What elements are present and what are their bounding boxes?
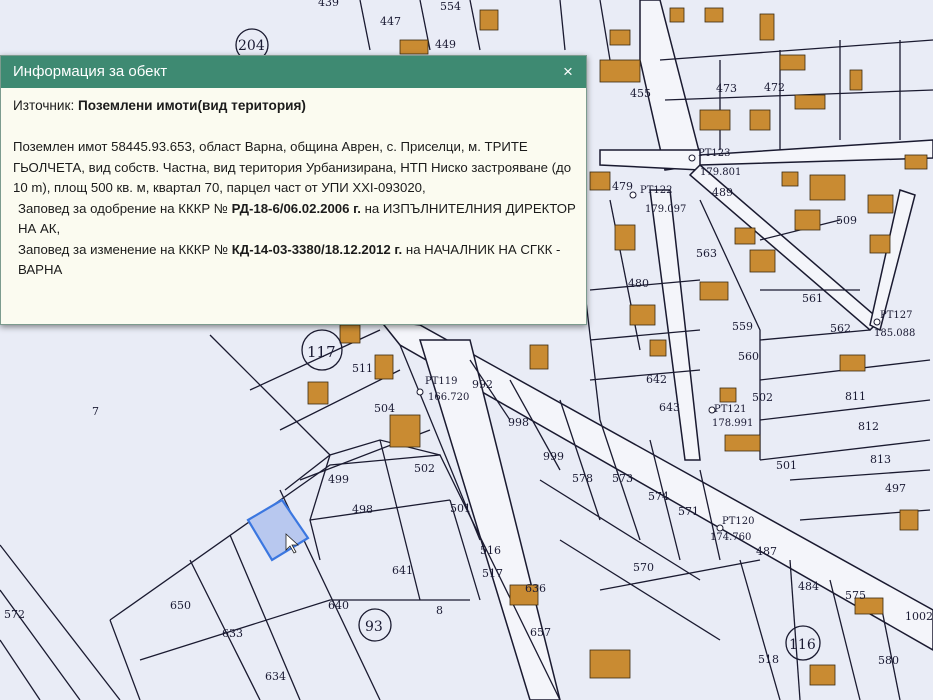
approval-order: Заповед за одобрение на КККР № РД-18-6/0… [13,199,576,240]
parcel-label: 502 [752,391,773,404]
parcel-label: 563 [696,247,717,260]
parcel-label: 640 [328,599,349,612]
parcel-label: 561 [802,292,823,305]
parcel-label: 504 [374,402,395,415]
point-id-label: PT121 [714,404,747,415]
parcel-label: 641 [392,564,413,577]
parcel-label: 998 [508,416,529,429]
parcel-label: 7 [92,405,99,418]
parcel-label: 509 [836,214,857,227]
parcel-label: 572 [4,608,25,621]
approval-order-number: РД-18-6/06.02.2006 г. [231,200,361,216]
parcel-label: 455 [630,87,651,100]
parcel-label: 562 [830,322,851,335]
point-elevation-label: 179.801 [700,167,741,178]
quarter-label: 204 [238,38,265,54]
parcel-label: 570 [633,561,654,574]
point-elevation-label: 178.991 [712,418,753,429]
point-id-label: PT127 [880,310,913,321]
parcel-label: 633 [222,627,243,640]
parcel-label: 578 [572,472,593,485]
parcel-label: 449 [435,38,456,51]
parcel-label: 574 [648,490,669,503]
quarter-label: 116 [789,637,816,653]
point-id-label: PT119 [425,376,458,387]
amendment-order: Заповед за изменение на КККР № КД-14-03-… [13,240,576,281]
parcel-label: 479 [612,180,633,193]
amendment-order-number: КД-14-03-3380/18.12.2012 г. [231,241,403,257]
parcel-label: 1002 [905,610,933,623]
parcel-label: 473 [716,82,737,95]
parcel-label: 580 [878,654,899,667]
point-id-label: PT122 [640,185,673,196]
parcel-label: 487 [756,545,777,558]
point-id-label: PT123 [698,148,731,159]
point-id-label: PT120 [722,516,755,527]
parcel-label: 516 [480,544,501,557]
source-line: Източник: Поземлени имоти(вид територия) [13,98,576,113]
parcel-label: 511 [352,362,373,375]
parcel-label: 643 [659,401,680,414]
info-window-title: Информация за обект [13,63,168,80]
quarter-label: 117 [307,343,336,361]
parcel-label: 8 [436,604,443,617]
parcel-label: 499 [328,473,349,486]
parcel-label: 517 [482,567,503,580]
parcel-label: 657 [530,626,551,639]
parcel-label: 560 [738,350,759,363]
source-value: Поземлени имоти(вид територия) [78,98,306,113]
parcel-label: 472 [764,81,785,94]
source-label: Източник: [13,98,75,113]
parcel-label: 571 [678,505,699,518]
parcel-label: 554 [440,0,461,13]
parcel-label: 636 [525,582,546,595]
parcel-label: 559 [732,320,753,333]
parcel-label: 484 [798,580,819,593]
parcel-label: 573 [612,472,633,485]
parcel-label: 489 [712,186,733,199]
parcel-label: 439 [318,0,339,9]
parcel-label: 813 [870,453,891,466]
approval-order-prefix: Заповед за одобрение на КККР № [18,200,228,216]
close-icon[interactable]: × [558,56,578,88]
parcel-label: 502 [414,462,435,475]
amendment-order-prefix: Заповед за изменение на КККР № [18,241,229,257]
parcel-label: 518 [758,653,779,666]
parcel-label: 999 [543,450,564,463]
parcel-label: 480 [628,277,649,290]
parcel-label: 497 [885,482,906,495]
parcel-label: 575 [845,589,866,602]
object-info-window: Информация за обект × Източник: Поземлен… [0,55,587,325]
parcel-label: 501 [450,502,471,515]
info-window-header[interactable]: Информация за обект × [1,56,586,88]
quarter-label: 93 [365,619,383,635]
parcel-label: 811 [845,390,866,403]
point-elevation-label: 166.720 [428,392,469,403]
info-window-body: Източник: Поземлени имоти(вид територия)… [1,98,586,281]
parcel-label: 634 [265,670,286,683]
parcel-label: 501 [776,459,797,472]
point-elevation-label: 174.760 [710,532,751,543]
point-elevation-label: 185.088 [874,328,915,339]
parcel-label: 812 [858,420,879,433]
parcel-label: 498 [352,503,373,516]
parcel-description: Поземлен имот 58445.93.653, област Варна… [13,139,572,195]
parcel-label: 650 [170,599,191,612]
parcel-label: 642 [646,373,667,386]
parcel-label: 992 [472,378,493,391]
parcel-label: 447 [380,15,401,28]
point-elevation-label: 179.097 [645,204,686,215]
